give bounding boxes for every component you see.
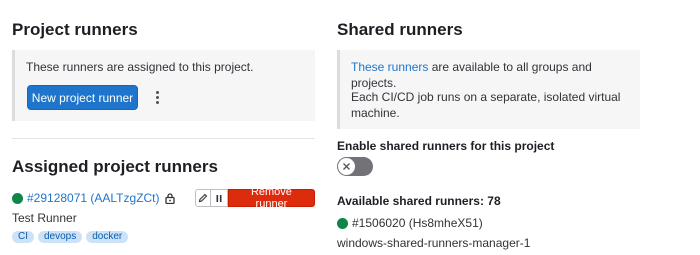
project-runners-title: Project runners bbox=[12, 20, 138, 39]
assigned-runners-title: Assigned project runners bbox=[12, 157, 218, 176]
runner-id-link[interactable]: #29128071 (AALTzgZCt) bbox=[27, 191, 160, 205]
edit-runner-button[interactable] bbox=[195, 189, 212, 207]
available-shared-runners: Available shared runners: 78 bbox=[337, 194, 501, 208]
shared-runner-name: windows-shared-runners-manager-1 bbox=[337, 236, 531, 250]
shared-runners-info-text: These runners are available to all group… bbox=[351, 59, 636, 91]
assigned-runner-header: #29128071 (AALTzgZCt) bbox=[12, 190, 175, 206]
section-divider bbox=[12, 138, 315, 139]
close-icon bbox=[338, 158, 355, 175]
pause-runner-button[interactable] bbox=[211, 189, 228, 207]
runner-tags: CI devops docker bbox=[12, 231, 129, 243]
new-project-runner-button[interactable]: New project runner bbox=[27, 85, 138, 110]
online-status-icon bbox=[12, 192, 23, 204]
shared-runners-title: Shared runners bbox=[337, 20, 463, 39]
kebab-vertical-icon[interactable] bbox=[146, 85, 168, 110]
runner-description: Test Runner bbox=[12, 211, 77, 225]
runner-actions: Remove runner bbox=[195, 186, 315, 210]
runner-tag: CI bbox=[12, 231, 34, 243]
runner-tag: docker bbox=[86, 231, 129, 243]
shared-runners-info-p2: Each CI/CD job runs on a separate, isola… bbox=[351, 90, 621, 120]
project-runners-info-text: These runners are assigned to this proje… bbox=[26, 60, 254, 74]
remove-runner-button[interactable]: Remove runner bbox=[227, 186, 315, 210]
shared-runner-id: #1506020 (Hs8mheX51) bbox=[337, 216, 483, 230]
shared-runners-toggle-label: Enable shared runners for this project bbox=[337, 139, 555, 153]
project-runners-info-box: These runners are assigned to this proje… bbox=[12, 50, 315, 121]
pause-icon bbox=[216, 194, 222, 202]
online-status-icon bbox=[337, 217, 348, 229]
shared-runner-id-text: #1506020 (Hs8mheX51) bbox=[352, 216, 483, 230]
lock-icon bbox=[164, 192, 175, 204]
shared-runners-toggle[interactable] bbox=[337, 157, 373, 176]
these-runners-link[interactable]: These runners bbox=[351, 60, 428, 74]
pencil-icon bbox=[199, 193, 208, 203]
runner-tag: devops bbox=[38, 231, 83, 243]
shared-runners-info-box: These runners are available to all group… bbox=[337, 50, 640, 129]
